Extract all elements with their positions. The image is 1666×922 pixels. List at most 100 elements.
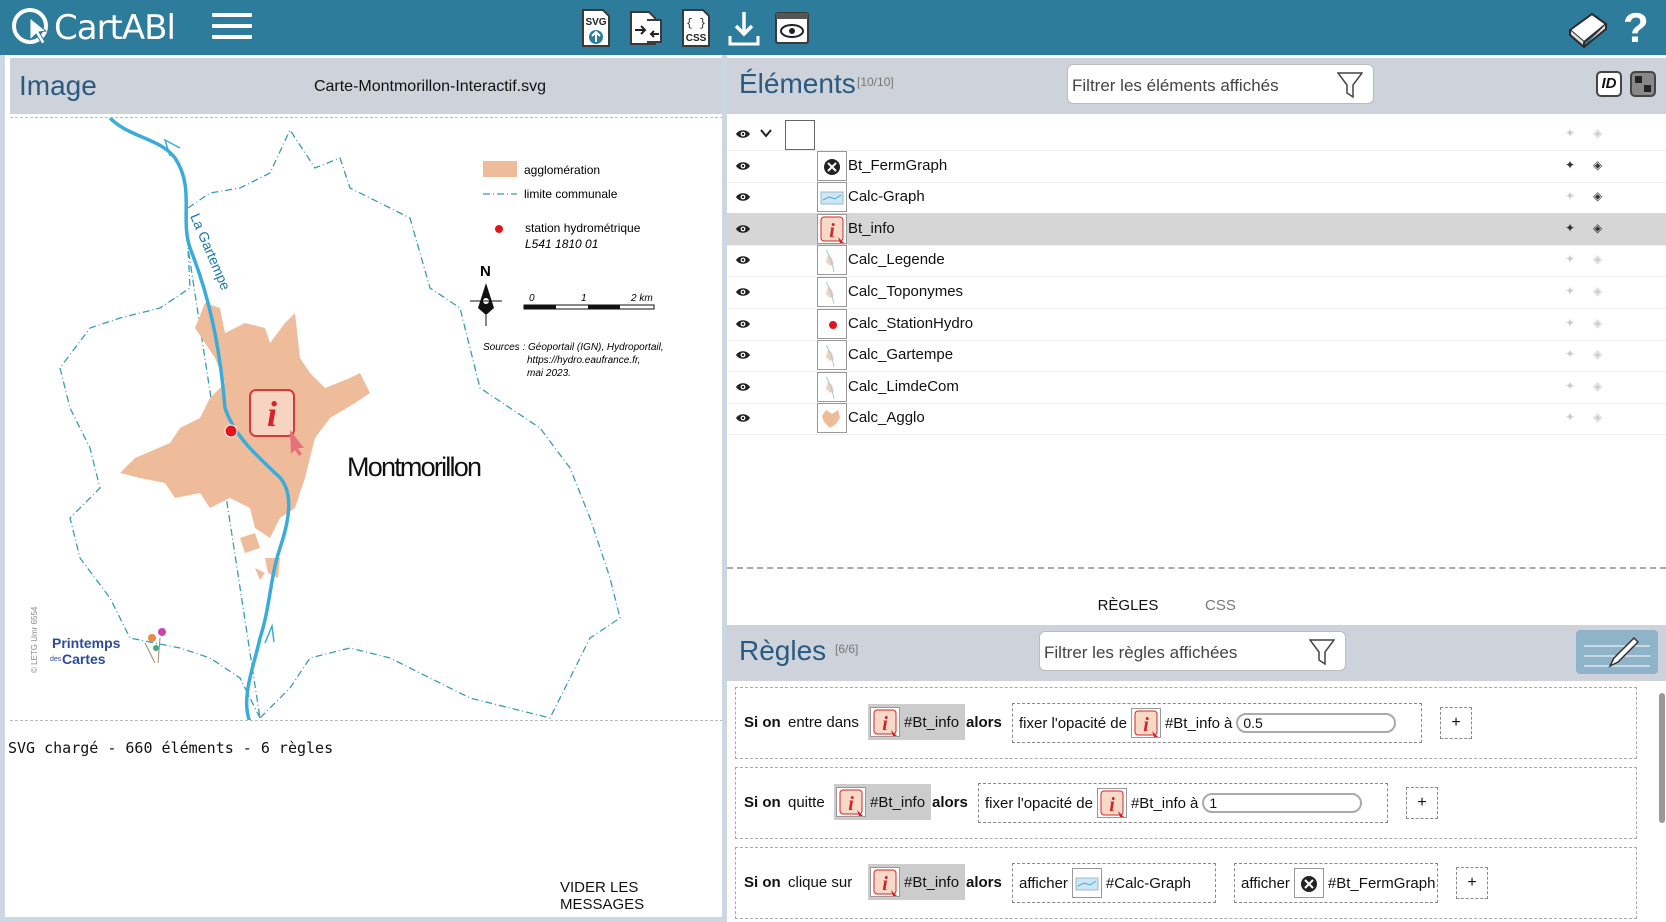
tree-root-row[interactable]: ✦ ◈ [727, 118, 1666, 151]
tree-row[interactable]: Bt_FermGraph ✦ ◈ [727, 150, 1666, 183]
element-thumbnail: i [817, 213, 847, 244]
target-icon[interactable]: ◈ [1593, 316, 1602, 330]
elements-filter-input[interactable]: Filtrer les éléments affichés [1067, 64, 1374, 104]
element-thumbnail [817, 277, 847, 307]
tree-row[interactable]: i Bt_info ✦ ◈ [727, 212, 1666, 246]
rule-action-target: #Bt_info [1164, 714, 1220, 732]
target-icon[interactable]: ◈ [1593, 284, 1602, 298]
move-icon[interactable]: ✦ [1565, 252, 1575, 266]
download-button[interactable] [725, 8, 763, 48]
rule-event[interactable]: quitte [788, 794, 825, 811]
eye-icon [775, 12, 809, 44]
rule-action-target: #Calc-Graph [1105, 874, 1191, 892]
tree-row[interactable]: Calc-Graph ✦ ◈ [727, 181, 1666, 215]
rule-action[interactable]: fixer l'opacité de i #Bt_info à 0.5 [1012, 703, 1422, 743]
visibility-eye-icon[interactable] [735, 191, 751, 203]
opacity-value-input[interactable]: 1 [1202, 793, 1363, 813]
rule-alors-label: alors [966, 714, 1002, 731]
horizontal-splitter[interactable] [727, 567, 1666, 571]
id-toggle-button[interactable]: ID [1596, 71, 1622, 97]
visibility-eye-icon[interactable] [735, 349, 751, 361]
move-icon[interactable]: ✦ [1565, 347, 1575, 361]
hamburger-menu-button[interactable] [212, 13, 252, 41]
load-svg-button[interactable]: SVG [577, 8, 615, 48]
rule-alors-label: alors [932, 794, 968, 811]
visibility-eye-icon[interactable] [735, 254, 751, 266]
rules-scrollbar[interactable] [1658, 687, 1666, 922]
visibility-eye-icon[interactable] [735, 223, 751, 235]
target-icon[interactable]: ◈ [1593, 126, 1602, 140]
target-icon[interactable]: ◈ [1593, 410, 1602, 424]
image-panel-title: Image [19, 70, 97, 101]
tree-row[interactable]: Calc_Agglo ✦ ◈ [727, 402, 1666, 436]
rule-event[interactable]: entre dans [788, 714, 859, 731]
rule-subject-chip[interactable]: i #Bt_info [868, 704, 966, 740]
tree-row[interactable]: Calc_Legende ✦ ◈ [727, 244, 1666, 278]
rule-event[interactable]: clique sur [788, 874, 852, 891]
clear-messages-button[interactable]: VIDER LES MESSAGES [560, 879, 722, 913]
element-label: Calc_Agglo [848, 409, 925, 427]
svg-text:SVG: SVG [585, 17, 606, 28]
action-target-thumbnail [1071, 868, 1102, 898]
rule-row[interactable]: Si on clique sur i #Bt_info alors afficher #Ca… [735, 847, 1637, 919]
rule-alors-label: alors [966, 874, 1002, 891]
visibility-eye-icon[interactable] [735, 128, 751, 140]
import-button[interactable] [627, 8, 665, 48]
visibility-eye-icon[interactable] [735, 381, 751, 393]
move-icon[interactable]: ✦ [1565, 126, 1575, 140]
book-button[interactable] [1566, 8, 1610, 50]
target-icon[interactable]: ◈ [1593, 379, 1602, 393]
svg-text:Printemps: Printemps [52, 635, 121, 651]
right-panel: Éléments [10/10] Filtrer les éléments af… [727, 55, 1666, 922]
add-action-button[interactable]: + [1406, 787, 1438, 819]
move-icon[interactable]: ✦ [1565, 379, 1575, 393]
target-icon[interactable]: ◈ [1593, 221, 1602, 235]
rule-row[interactable]: Si on quitte i #Bt_info alors fixer l'opacité… [735, 767, 1637, 839]
station-marker[interactable] [224, 424, 238, 438]
target-icon[interactable]: ◈ [1593, 189, 1602, 203]
rule-action-target: #Bt_FermGraph [1327, 874, 1436, 892]
tree-row[interactable]: Calc_Toponymes ✦ ◈ [727, 276, 1666, 309]
tab-css[interactable]: CSS [1205, 597, 1236, 614]
rule-action[interactable]: afficher #Calc-Graph [1012, 863, 1216, 903]
rule-subject-chip[interactable]: i #Bt_info [834, 784, 932, 820]
element-thumbnail [817, 371, 847, 402]
map-canvas[interactable]: La Gartempe i Montmorillon agglomération… [10, 117, 728, 721]
move-icon[interactable]: ✦ [1565, 221, 1575, 235]
tree-row[interactable]: Calc_StationHydro ✦ ◈ [727, 308, 1666, 341]
target-icon[interactable]: ◈ [1593, 252, 1602, 266]
chevron-down-icon[interactable] [759, 127, 773, 139]
help-button[interactable]: ? [1623, 7, 1657, 49]
css-button[interactable]: { } CSS [677, 8, 715, 48]
tab-rules[interactable]: RÈGLES [1073, 597, 1183, 627]
move-icon[interactable]: ✦ [1565, 410, 1575, 424]
preview-button[interactable] [773, 8, 811, 48]
visibility-eye-icon[interactable] [735, 318, 751, 330]
status-message: SVG chargé - 660 éléments - 6 règles [8, 739, 334, 757]
edit-rules-button[interactable] [1576, 630, 1658, 674]
move-icon[interactable]: ✦ [1565, 316, 1575, 330]
add-action-button[interactable]: + [1440, 707, 1472, 739]
rules-filter-input[interactable]: Filtrer les règles affichées [1039, 631, 1346, 671]
rule-action[interactable]: fixer l'opacité de i #Bt_info à 1 [978, 783, 1388, 823]
rule-row[interactable]: Si on entre dans i #Bt_info alors fixer l'opa… [735, 687, 1637, 759]
agglomeration-shape [120, 303, 370, 538]
visibility-eye-icon[interactable] [735, 286, 751, 298]
move-icon[interactable]: ✦ [1565, 189, 1575, 203]
add-action-button[interactable]: + [1456, 867, 1488, 899]
rule-action-text: afficher [1019, 874, 1068, 892]
rule-subject-chip[interactable]: i #Bt_info [868, 864, 966, 900]
tree-row[interactable]: Calc_Gartempe ✦ ◈ [727, 339, 1666, 373]
target-icon[interactable]: ◈ [1593, 347, 1602, 361]
opacity-value-input[interactable]: 0.5 [1236, 713, 1397, 733]
visibility-eye-icon[interactable] [735, 412, 751, 424]
bt-info-thumbnail: i [870, 707, 900, 737]
rule-action[interactable]: afficher #Bt_FermGraph [1234, 863, 1438, 903]
move-icon[interactable]: ✦ [1565, 158, 1575, 172]
target-icon[interactable]: ◈ [1593, 158, 1602, 172]
thumbnail-toggle-button[interactable] [1630, 71, 1656, 97]
element-label: Bt_info [848, 219, 895, 237]
visibility-eye-icon[interactable] [735, 160, 751, 172]
move-icon[interactable]: ✦ [1565, 284, 1575, 298]
tree-row[interactable]: Calc_LimdeCom ✦ ◈ [727, 371, 1666, 404]
